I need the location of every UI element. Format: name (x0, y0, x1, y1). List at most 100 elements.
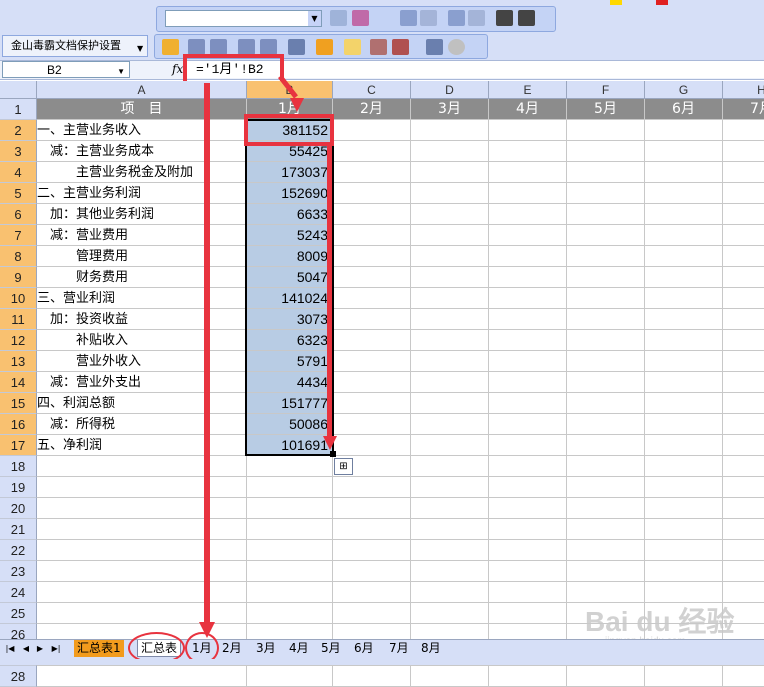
table-cell[interactable] (645, 456, 723, 477)
table-cell[interactable] (411, 183, 489, 204)
table-cell[interactable] (567, 414, 645, 435)
row-header[interactable]: 19 (0, 477, 37, 498)
table-cell[interactable] (247, 477, 333, 498)
table-cell[interactable] (411, 456, 489, 477)
table-cell[interactable] (645, 309, 723, 330)
table-cell[interactable] (333, 666, 411, 687)
table-cell[interactable] (645, 141, 723, 162)
table-cell[interactable] (567, 246, 645, 267)
first-sheet-icon[interactable]: |◀ (4, 642, 16, 656)
column-header-e[interactable]: E (489, 81, 567, 99)
table-cell[interactable] (723, 162, 764, 183)
table-cell[interactable] (247, 561, 333, 582)
last-sheet-icon[interactable]: ▶| (50, 642, 62, 656)
table-cell[interactable] (567, 225, 645, 246)
row-header[interactable]: 7 (0, 225, 37, 246)
fill-handle[interactable] (330, 451, 336, 457)
item-label-cell[interactable]: 主营业务税金及附加 (37, 162, 247, 183)
table-cell[interactable] (567, 477, 645, 498)
table-cell[interactable] (247, 666, 333, 687)
table-cell[interactable] (333, 204, 411, 225)
table-cell[interactable] (333, 414, 411, 435)
table-cell[interactable] (645, 372, 723, 393)
item-label-cell[interactable]: 减：主营业务成本 (37, 141, 247, 162)
table-cell[interactable] (645, 162, 723, 183)
row-header[interactable]: 21 (0, 519, 37, 540)
table-cell[interactable] (723, 246, 764, 267)
table-cell[interactable] (567, 456, 645, 477)
item-label-cell[interactable]: 减：所得税 (37, 414, 247, 435)
table-cell[interactable] (489, 204, 567, 225)
header-cell[interactable]: 3月 (411, 99, 489, 120)
sheet-tab[interactable]: 3月 (253, 640, 279, 657)
table-cell[interactable] (567, 540, 645, 561)
table-cell[interactable] (723, 435, 764, 456)
table-cell[interactable] (411, 561, 489, 582)
table-cell[interactable] (567, 309, 645, 330)
table-cell[interactable] (723, 414, 764, 435)
table-icon[interactable] (468, 10, 485, 26)
table-cell[interactable] (489, 393, 567, 414)
table-cell[interactable] (645, 477, 723, 498)
row-header[interactable]: 1 (0, 99, 37, 120)
tools-icon[interactable] (288, 39, 305, 55)
unlink-icon[interactable] (518, 10, 535, 26)
sheet-tab[interactable]: 汇总表1 (74, 640, 124, 657)
table-cell[interactable] (247, 540, 333, 561)
table-cell[interactable] (333, 120, 411, 141)
table-cell[interactable] (37, 582, 247, 603)
delete-row-icon[interactable] (210, 39, 227, 55)
item-label-cell[interactable]: 一、主营业务收入 (37, 120, 247, 141)
table-cell[interactable] (411, 477, 489, 498)
table-cell[interactable] (723, 540, 764, 561)
error-icon[interactable] (316, 39, 333, 55)
table-cell[interactable] (333, 141, 411, 162)
table-cell[interactable] (723, 120, 764, 141)
header-cell[interactable]: 6月 (645, 99, 723, 120)
table-cell[interactable] (489, 603, 567, 624)
table-cell[interactable] (333, 498, 411, 519)
table-cell[interactable] (411, 498, 489, 519)
table-cell[interactable] (333, 288, 411, 309)
table-cell[interactable] (411, 120, 489, 141)
table-cell[interactable] (723, 330, 764, 351)
table-cell[interactable] (723, 288, 764, 309)
table-cell[interactable] (645, 540, 723, 561)
table-cell[interactable] (645, 204, 723, 225)
row-header[interactable]: 22 (0, 540, 37, 561)
table-cell[interactable] (489, 309, 567, 330)
table-cell[interactable] (645, 414, 723, 435)
table-cell[interactable] (489, 267, 567, 288)
table-cell[interactable] (411, 246, 489, 267)
prev-sheet-icon[interactable]: ◀ (20, 642, 32, 656)
table-cell[interactable] (723, 351, 764, 372)
table-cell[interactable] (411, 225, 489, 246)
table-cell[interactable] (333, 351, 411, 372)
table-cell[interactable] (247, 519, 333, 540)
column-header-c[interactable]: C (333, 81, 411, 99)
table-cell[interactable] (645, 435, 723, 456)
table-cell[interactable] (645, 246, 723, 267)
table-cell[interactable] (333, 225, 411, 246)
row-header[interactable]: 16 (0, 414, 37, 435)
folder-icon[interactable] (344, 39, 361, 55)
row-header[interactable]: 11 (0, 309, 37, 330)
table-cell[interactable] (723, 309, 764, 330)
item-label-cell[interactable]: 四、利润总额 (37, 393, 247, 414)
table-cell[interactable] (37, 666, 247, 687)
table-cell[interactable] (247, 582, 333, 603)
table-cell[interactable] (333, 246, 411, 267)
table-cell[interactable] (567, 183, 645, 204)
warning-icon[interactable] (162, 39, 179, 55)
indent-icon[interactable] (448, 10, 465, 26)
table-cell[interactable] (37, 498, 247, 519)
table-cell[interactable] (567, 435, 645, 456)
fx-icon[interactable]: fx (172, 61, 183, 78)
item-label-cell[interactable]: 五、净利润 (37, 435, 247, 456)
table-cell[interactable] (645, 225, 723, 246)
table-cell[interactable] (567, 519, 645, 540)
item-label-cell[interactable]: 加：投资收益 (37, 309, 247, 330)
sheet-tab[interactable]: 2月 (219, 640, 245, 657)
table-cell[interactable] (37, 519, 247, 540)
table-cell[interactable] (567, 288, 645, 309)
